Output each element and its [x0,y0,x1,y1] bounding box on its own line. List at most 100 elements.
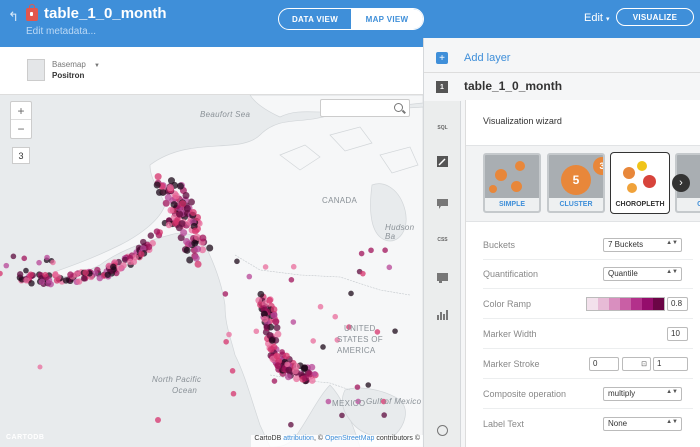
quantification-select[interactable]: Quantile ▲▼ [603,267,682,281]
cluster-badge-large: 5 [561,165,591,195]
earthquake-point [301,364,309,372]
composite-select[interactable]: multiply ▲▼ [603,387,682,401]
marker-stroke-opacity-input[interactable]: 1 [653,357,688,371]
earthquake-point [263,324,270,330]
legend-icon[interactable] [435,272,450,284]
earthquake-point [120,262,127,269]
earthquake-point [358,250,365,257]
earthquake-point [145,243,153,251]
cluster-badge-small: 3 [593,157,603,175]
layer-header: 1 table_1_0_month [424,73,700,101]
add-layer-link[interactable]: Add layer [464,52,510,64]
earthquake-point [368,247,374,254]
label-text-row: Label Text None ▲▼ [483,417,693,433]
earthquake-point [273,352,281,360]
earthquake-point [392,328,398,334]
marker-stroke-label: Marker Stroke [483,359,540,369]
earthquake-point [165,221,173,229]
map-label-canada: CANADA [322,196,358,205]
plus-icon[interactable]: + [436,52,448,64]
layer-name[interactable]: table_1_0_month [464,79,562,93]
viz-card-cluster[interactable]: 5 3 CLUSTER [547,153,605,213]
basemap-thumbnail[interactable] [27,59,45,81]
earthquake-point [180,229,188,237]
search-icon[interactable] [394,103,403,112]
edit-metadata-link[interactable]: Edit metadata... [26,26,96,37]
filter-icon[interactable] [435,309,450,321]
earthquake-point [271,378,278,384]
map-label-north-pacific: North Pacific [152,375,202,384]
attribution-link[interactable]: attribution [283,435,314,442]
marker-stroke-color-picker[interactable]: ⊡ [622,357,651,371]
choropleth-dot [627,183,637,193]
earthquake-point [16,271,24,278]
viz-card-category-label: CAT [677,198,700,211]
marker-width-input[interactable]: 10 [667,327,688,341]
filter-icon-svg [437,310,448,320]
back-arrow-icon[interactable]: ↰ [8,9,19,25]
divider [483,378,693,379]
chevron-right-icon[interactable]: › [672,174,690,192]
color-ramp-row: Color Ramp 0.8 [483,297,693,313]
viz-card-choropleth[interactable]: CHOROPLETH [611,153,669,213]
earthquake-point [272,318,280,326]
earthquake-point [194,260,202,268]
infowindow-icon[interactable] [435,198,450,210]
lock-icon[interactable] [26,4,38,21]
map-search-input[interactable] [320,99,410,117]
simple-dot [511,181,522,192]
edit-menu[interactable]: Edit ▾ [584,12,610,24]
map-label-mexico: MEXICO [332,399,366,408]
ramp-swatch [598,298,609,310]
choropleth-dot [643,175,656,188]
map-view-tab[interactable]: MAP VIEW [351,9,423,29]
earthquake-point [178,220,186,228]
buckets-row: Buckets 7 Buckets ▲▼ [483,238,693,254]
earthquake-point [110,263,117,271]
color-ramp-picker[interactable] [586,297,665,311]
zoom-in-button[interactable]: + [11,102,31,120]
buckets-select[interactable]: 7 Buckets ▲▼ [603,238,682,252]
viz-card-cluster-label: CLUSTER [549,198,603,211]
earthquake-point [199,234,207,242]
marker-width-row: Marker Width 10 [483,327,693,343]
wizard-icon-svg [437,155,448,167]
basemap-selector[interactable]: Positron [52,71,84,80]
earthquake-point [308,363,316,371]
earthquake-point [10,253,17,260]
data-view-tab[interactable]: DATA VIEW [279,9,351,29]
divider [483,259,693,260]
composite-label: Composite operation [483,389,567,399]
earthquake-point [191,227,199,235]
earthquake-point [273,324,281,332]
add-layer-row[interactable]: + Add layer [424,38,700,73]
map-canvas[interactable]: + − 3 Beaufort Sea CANADA Hudson Ba UNIT… [0,95,423,447]
osm-link[interactable]: OpenStreetMap [325,435,374,442]
wizard-icon[interactable] [435,155,450,167]
table-title[interactable]: table_1_0_month [44,5,167,22]
earthquake-point [230,390,237,397]
earthquake-point [365,382,372,388]
caret-down-icon[interactable]: ▼ [94,63,100,69]
viz-card-simple[interactable]: SIMPLE [483,153,541,213]
visualize-button[interactable]: VISUALIZE [616,8,694,26]
caret-down-icon: ▾ [606,16,610,23]
label-text-select[interactable]: None ▲▼ [603,417,682,431]
earthquake-point [310,338,317,344]
earthquake-point [23,267,29,274]
map-svg [0,95,423,447]
marker-stroke-width-input[interactable]: 0 [589,357,619,371]
sidebar-item-sql[interactable]: SQL [435,122,450,134]
sidebar-item-css[interactable]: CSS [435,234,450,246]
earthquake-point [279,349,285,355]
wizard-content: Visualization wizard SIMPLE 5 3 CLUSTER … [465,100,700,447]
simple-dot [495,169,507,181]
help-icon[interactable] [437,425,448,436]
earthquake-point [187,198,195,206]
ramp-swatch [642,298,653,310]
buckets-value: 7 Buckets [608,240,644,249]
earthquake-point [147,232,155,239]
zoom-out-button[interactable]: − [11,120,31,138]
earthquake-point [262,264,269,270]
color-ramp-opacity[interactable]: 0.8 [667,297,688,311]
